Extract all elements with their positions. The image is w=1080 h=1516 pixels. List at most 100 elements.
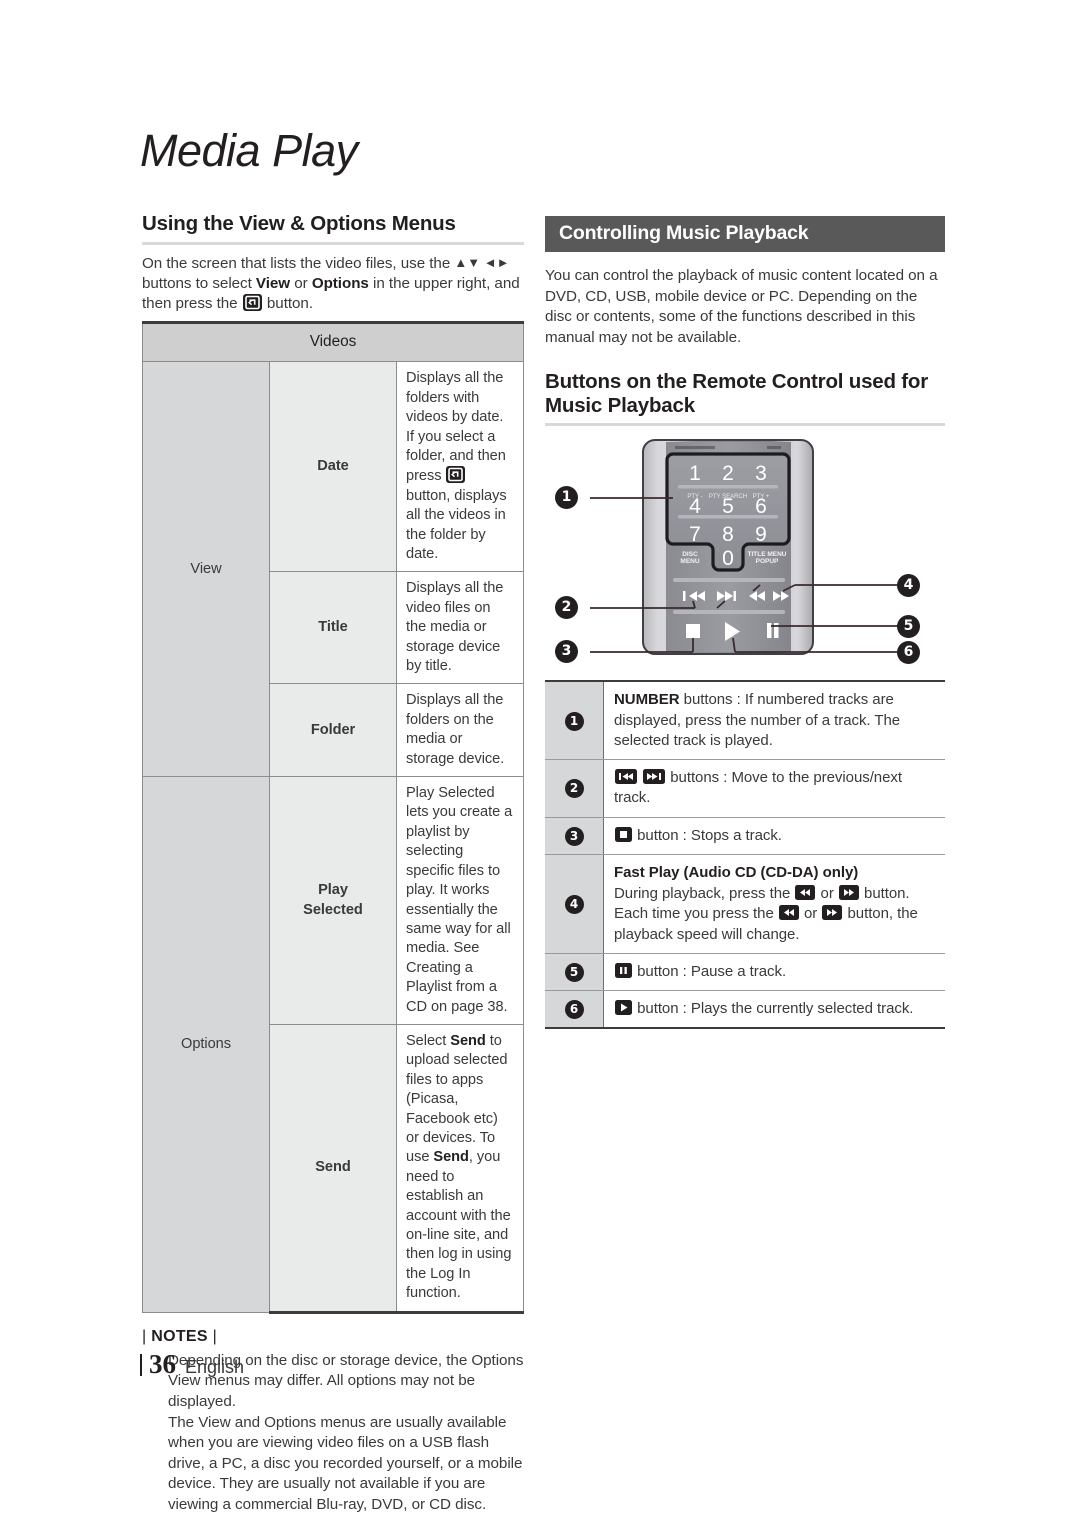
desc-cell-title: Displays all the video files on the medi… <box>396 571 524 685</box>
table-row: 4 Fast Play (Audio CD (CD-DA) only) Duri… <box>545 853 945 954</box>
next-track-icon <box>643 769 666 785</box>
svg-text:2: 2 <box>722 462 734 485</box>
view-options-table: Videos View Date Displays all the folder… <box>142 320 524 1314</box>
manual-page: Media Play Using the View & Options Menu… <box>0 0 1080 1513</box>
intro-options-label: Options <box>311 275 369 292</box>
intro-text-2: buttons to select <box>142 275 256 292</box>
section-heading-controlling-music: Controlling Music Playback <box>545 216 945 253</box>
callout-dot: 4 <box>564 894 584 914</box>
intro-paragraph-right: You can control the playback of music co… <box>545 267 938 346</box>
right-column: Controlling Music Playback You can contr… <box>545 216 945 1030</box>
fast-play-line-a-3: button. <box>859 885 910 903</box>
send-part-1: Send <box>450 1032 486 1049</box>
remote-button-description-table: 1 NUMBER buttons : If numbered tracks ar… <box>545 680 945 1030</box>
group-cell-options: Options <box>142 776 270 1313</box>
callout-dot: 3 <box>564 826 584 846</box>
footer-language: English <box>185 1357 245 1377</box>
intro-view-label: View <box>255 275 291 292</box>
row-desc-2: buttons : Move to the previous/next trac… <box>603 759 945 818</box>
number-buttons-label: NUMBER <box>614 691 680 709</box>
send-part-0: Select <box>406 1032 451 1049</box>
table-row: 6 button : Plays the currently selected … <box>545 990 945 1030</box>
enter-key-icon <box>446 466 466 484</box>
table-row: 2 buttons : Move to the previous/next tr… <box>545 759 945 818</box>
svg-text:DISC: DISC <box>682 551 698 558</box>
svg-text:1: 1 <box>689 462 701 485</box>
svg-text:0: 0 <box>722 547 734 570</box>
svg-text:5: 5 <box>722 495 734 518</box>
rewind-icon <box>778 905 799 921</box>
page-title: Media Play <box>140 125 358 176</box>
svg-text:POPUP: POPUP <box>756 558 779 565</box>
intro-text-1: On the screen that lists the video files… <box>142 254 455 272</box>
intro-paragraph-left: On the screen that lists the video files… <box>142 254 524 315</box>
row-desc-3: button : Stops a track. <box>603 816 945 855</box>
svg-text:4: 4 <box>689 495 701 518</box>
row-number-2: 2 <box>545 759 604 818</box>
notes-pipe-left: | <box>142 1327 147 1345</box>
section-heading-remote-buttons: Buttons on the Remote Control used for M… <box>545 370 929 417</box>
stop-desc: button : Stops a track. <box>633 826 782 844</box>
desc-cell-send: Select Send to upload selected files to … <box>396 1023 524 1314</box>
remote-control-diagram: 1 2 3 PTY - PTY SEARCH PTY + 4 5 6 7 8 9… <box>545 438 945 666</box>
play-desc: button : Plays the currently selected tr… <box>633 1000 914 1018</box>
svg-text:TITLE MENU: TITLE MENU <box>748 551 787 558</box>
desc-cell-play-selected: Play Selected lets you create a playlist… <box>396 776 524 1025</box>
fast-forward-icon <box>838 885 859 901</box>
table-row: 1 NUMBER buttons : If numbered tracks ar… <box>545 680 945 761</box>
heading-rule <box>142 241 524 245</box>
previous-track-icon <box>615 769 637 785</box>
svg-text:9: 9 <box>755 523 767 546</box>
row-desc-6: button : Plays the currently selected tr… <box>603 990 945 1030</box>
send-part-2: to upload selected files to apps (Picasa… <box>406 1032 508 1166</box>
row-number-1: 1 <box>545 680 604 761</box>
send-part-3: Send <box>433 1149 469 1166</box>
stop-icon <box>615 826 632 842</box>
desc-date-part2: button, displays all the videos in the f… <box>406 487 507 563</box>
footer-bar <box>140 1354 142 1376</box>
row-number-5: 5 <box>545 952 604 992</box>
notes-heading: | NOTES | <box>142 1328 524 1346</box>
callout-dot: 1 <box>564 711 584 731</box>
svg-text:8: 8 <box>722 523 734 546</box>
intro-text-4: button. <box>262 295 313 313</box>
remote-control-illustration: 1 2 3 PTY - PTY SEARCH PTY + 4 5 6 7 8 9… <box>590 439 900 656</box>
table-row: 3 button : Stops a track. <box>545 816 945 855</box>
fast-play-line-b-1: Each time you press the <box>614 905 778 923</box>
svg-text:6: 6 <box>755 495 767 518</box>
svg-text:3: 3 <box>755 462 767 485</box>
row-desc-5: button : Pause a track. <box>603 952 945 992</box>
section-heading-view-options: Using the View & Options Menus <box>142 212 456 235</box>
desc-cell-date: Displays all the folders with videos by … <box>396 361 524 573</box>
pause-desc: button : Pause a track. <box>633 962 787 980</box>
fast-play-line-b-2: or <box>799 905 822 923</box>
table-header-videos: Videos <box>142 320 524 363</box>
row-desc-1: NUMBER buttons : If numbered tracks are … <box>603 680 945 761</box>
desc-cell-folder: Displays all the folders on the media or… <box>396 683 524 778</box>
heading-rule-right <box>545 423 945 427</box>
item-cell-folder: Folder <box>269 683 397 778</box>
fast-play-line-a-2: or <box>816 885 838 903</box>
notes-pipe-right: | <box>212 1327 218 1345</box>
item-cell-date: Date <box>269 361 397 573</box>
left-column: Using the View & Options Menus On the sc… <box>142 212 524 1516</box>
svg-text:MENU: MENU <box>680 558 699 565</box>
play-selected-line1: Play <box>318 882 348 899</box>
intro-or: or <box>290 275 312 292</box>
fast-play-subtitle: Fast Play (Audio CD (CD-DA) only) <box>614 863 859 881</box>
enter-key-icon <box>242 294 262 312</box>
callout-dot: 2 <box>564 779 584 799</box>
row-number-4: 4 <box>545 853 604 954</box>
callout-dot: 5 <box>564 962 584 982</box>
send-part-4: , you need to establish an account with … <box>406 1149 512 1302</box>
svg-text:7: 7 <box>689 523 701 546</box>
list-item: The View and Options menus are usually a… <box>168 1413 523 1513</box>
item-cell-title: Title <box>269 571 397 685</box>
table-row: Options Play Selected Play Selected lets… <box>142 776 524 1313</box>
fast-play-line-a-1: During playback, press the <box>614 885 795 903</box>
callout-dot: 6 <box>564 1000 584 1020</box>
direction-arrows-icon: ▲▼ ◄► <box>454 254 510 270</box>
notes-label: NOTES <box>151 1327 208 1345</box>
row-number-6: 6 <box>545 990 604 1030</box>
item-cell-send: Send <box>269 1023 397 1314</box>
